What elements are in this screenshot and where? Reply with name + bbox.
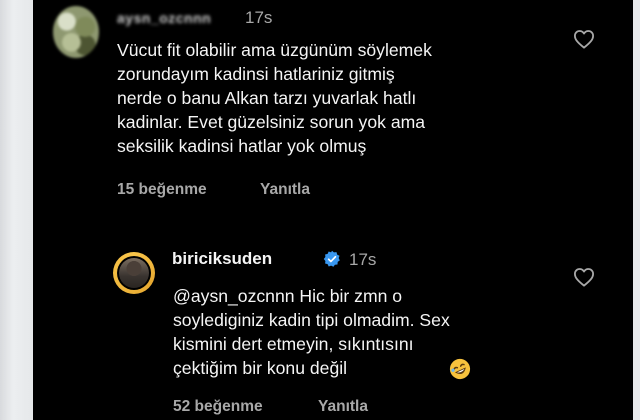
comment-text: Vücut fit olabilir ama üzgünüm söylemek … [117, 40, 432, 156]
replier-avatar[interactable] [119, 258, 149, 288]
verified-badge-icon [323, 250, 340, 267]
rolling-laughing-emoji-icon [449, 358, 471, 380]
heart-icon[interactable] [573, 29, 595, 49]
reply-reply-button[interactable]: Yanıtla [318, 398, 368, 416]
replier-username[interactable]: biriciksuden [172, 249, 272, 269]
comment-like-count[interactable]: 15 beğenme [117, 181, 207, 199]
comment-timestamp: 17s [245, 8, 273, 27]
commenter-avatar[interactable] [53, 6, 99, 58]
reply-timestamp: 17s [349, 250, 377, 269]
left-background-strip [0, 0, 33, 420]
commenter-username[interactable]: aysn_ozcnnn [117, 10, 211, 26]
right-background-strip [633, 0, 640, 420]
reply-text: @aysn_ozcnnn Hic bir zmn o soylediginiz … [173, 286, 450, 378]
comments-panel: aysn_ozcnnn 17s Vücut fit olabilir ama ü… [33, 0, 633, 420]
reply-like-count[interactable]: 52 beğenme [173, 398, 263, 416]
comment-reply-button[interactable]: Yanıtla [260, 181, 310, 199]
heart-icon[interactable] [573, 267, 595, 287]
